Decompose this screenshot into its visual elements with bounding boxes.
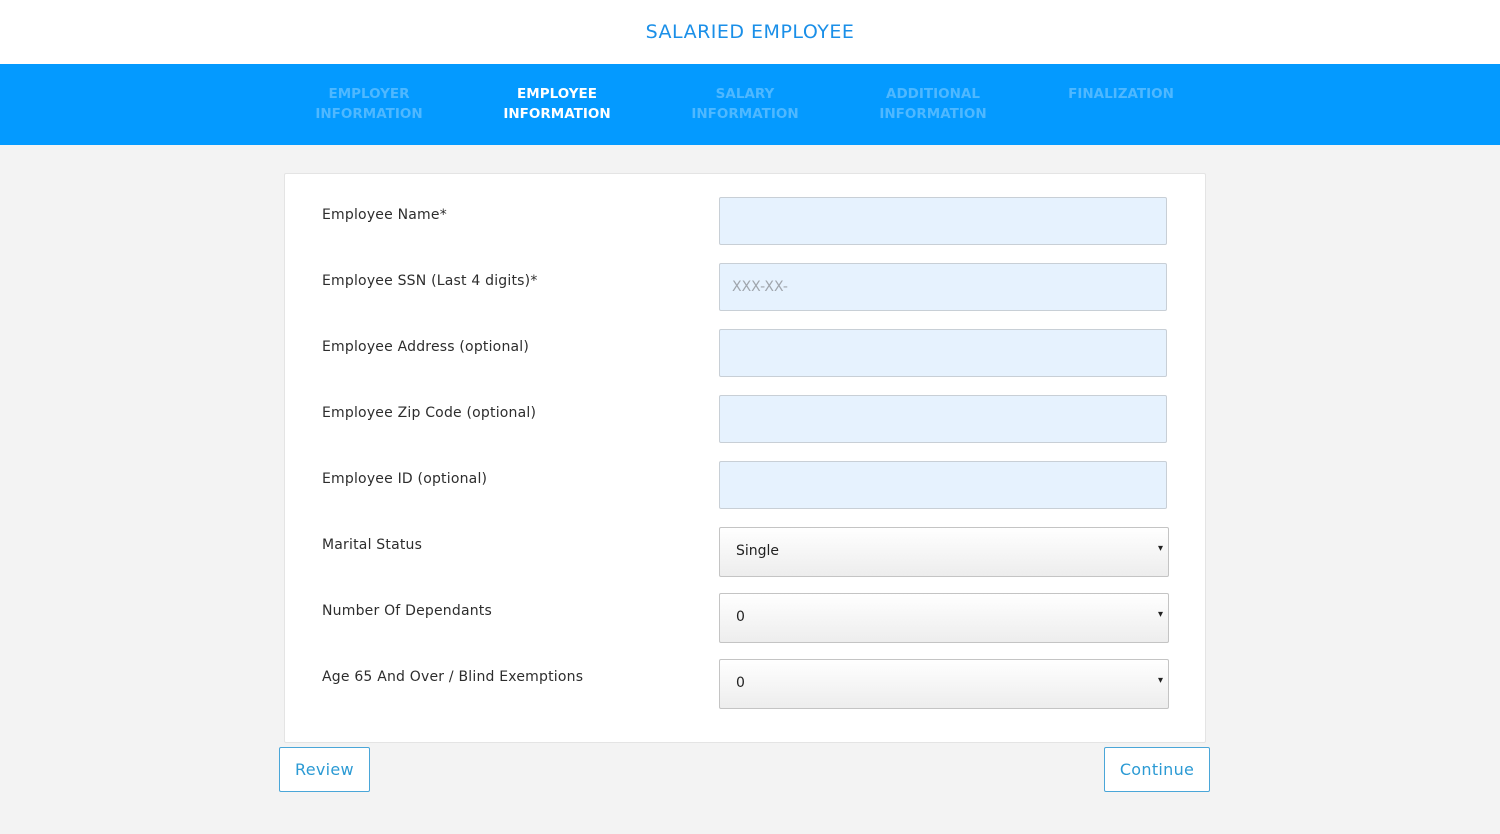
employee-ssn-label: Employee SSN (Last 4 digits)* (322, 273, 538, 289)
employee-zip-label: Employee Zip Code (optional) (322, 405, 537, 421)
exemptions-row: Age 65 And Over / Blind Exemptions 0 ▾ (285, 659, 1205, 709)
employee-form-card: Employee Name* Employee SSN (Last 4 digi… (284, 173, 1206, 743)
review-button[interactable]: Review (279, 747, 370, 792)
marital-status-label: Marital Status (322, 537, 423, 553)
employee-address-input[interactable] (719, 329, 1167, 377)
step-employee-information[interactable]: EMPLOYEE INFORMATION (463, 84, 651, 124)
employee-name-label: Employee Name* (322, 207, 447, 223)
step-finalization[interactable]: FINALIZATION (1027, 84, 1215, 104)
employee-ssn-input[interactable] (719, 263, 1167, 311)
wizard-steps: EMPLOYER INFORMATION EMPLOYEE INFORMATIO… (0, 64, 1500, 145)
marital-status-row: Marital Status Single ▾ (285, 527, 1205, 577)
employee-zip-row: Employee Zip Code (optional) (285, 395, 1205, 445)
exemptions-label: Age 65 And Over / Blind Exemptions (322, 669, 584, 685)
exemptions-value: 0 (736, 675, 745, 691)
employee-id-label: Employee ID (optional) (322, 471, 488, 487)
dependants-value: 0 (736, 609, 745, 625)
exemptions-select[interactable]: 0 ▾ (719, 659, 1169, 709)
marital-status-value: Single (736, 543, 780, 559)
employee-address-row: Employee Address (optional) (285, 329, 1205, 379)
step-additional-information[interactable]: ADDITIONAL INFORMATION (839, 84, 1027, 124)
employee-id-input[interactable] (719, 461, 1167, 509)
employee-ssn-row: Employee SSN (Last 4 digits)* (285, 263, 1205, 313)
continue-button[interactable]: Continue (1104, 747, 1210, 792)
page-title: SALARIED EMPLOYEE (645, 21, 855, 43)
employee-address-label: Employee Address (optional) (322, 339, 530, 355)
chevron-down-icon: ▾ (1157, 609, 1163, 620)
step-employer-information[interactable]: EMPLOYER INFORMATION (275, 84, 463, 124)
dependants-select[interactable]: 0 ▾ (719, 593, 1169, 643)
employee-name-row: Employee Name* (285, 197, 1205, 247)
chevron-down-icon: ▾ (1157, 675, 1163, 686)
dependants-row: Number Of Dependants 0 ▾ (285, 593, 1205, 643)
dependants-label: Number Of Dependants (322, 603, 492, 619)
chevron-down-icon: ▾ (1157, 543, 1163, 554)
page-header: SALARIED EMPLOYEE (0, 0, 1500, 64)
employee-zip-input[interactable] (719, 395, 1167, 443)
step-salary-information[interactable]: SALARY INFORMATION (651, 84, 839, 124)
employee-id-row: Employee ID (optional) (285, 461, 1205, 511)
marital-status-select[interactable]: Single ▾ (719, 527, 1169, 577)
employee-name-input[interactable] (719, 197, 1167, 245)
